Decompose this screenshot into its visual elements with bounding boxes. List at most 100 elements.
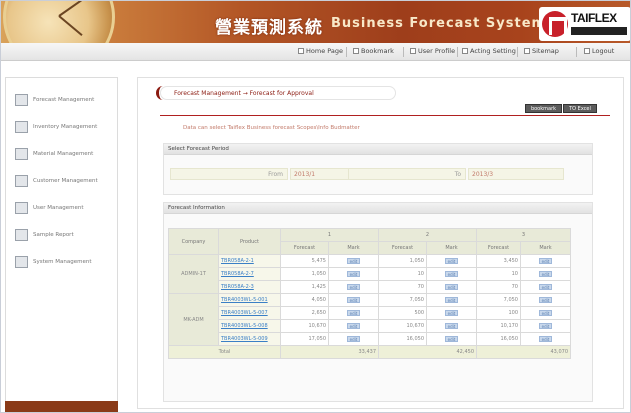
forecast-value: 1,425	[280, 280, 329, 294]
mark-button[interactable]: edit	[347, 322, 360, 329]
total-value: 42,450	[378, 345, 477, 359]
table-row: TBR058A-2-7 1,050 edit 10 edit 10 edit	[169, 267, 571, 281]
forecast-info-title: Forecast Information	[164, 203, 592, 214]
company-cell: ADMIN-1T	[168, 254, 219, 294]
mark-button[interactable]: edit	[539, 309, 552, 316]
mark-button[interactable]: edit	[347, 257, 360, 264]
user-management-icon	[15, 202, 28, 214]
to-label: To	[348, 168, 466, 180]
table-row: MK-ADM TBR4003WL-5-001 4,050 edit 7,050 …	[168, 293, 571, 346]
mark-button[interactable]: edit	[539, 296, 552, 303]
user-icon	[410, 48, 416, 54]
table-row: ADMIN-1T TBR058A-2-1 5,475 edit 1,050 ed…	[168, 254, 571, 294]
table-row: TBR4003WL-5-008 10,670 edit 10,670 edit …	[169, 319, 571, 333]
to-period-input[interactable]: 2013/3	[468, 168, 564, 180]
mark-button[interactable]: edit	[539, 335, 552, 342]
nav-sitemap[interactable]: Sitemap	[524, 47, 559, 55]
mark-button[interactable]: edit	[445, 257, 458, 264]
product-link[interactable]: TBR058A-2-7	[218, 267, 281, 281]
mark-button[interactable]: edit	[539, 322, 552, 329]
header-divider	[160, 115, 610, 116]
forecast-subheader: Forecast	[378, 241, 427, 255]
table-row: TBR4003WL-5-009 17,050 edit 16,050 edit …	[169, 332, 571, 346]
mark-button[interactable]: edit	[539, 270, 552, 277]
product-link[interactable]: TBR4003WL-5-009	[218, 332, 281, 346]
select-period-title: Select Forecast Period	[164, 144, 592, 155]
taiflex-logo: TAIFLEX	[539, 7, 630, 41]
mark-button[interactable]: edit	[539, 257, 552, 264]
mark-button[interactable]: edit	[347, 335, 360, 342]
mark-button[interactable]: edit	[445, 270, 458, 277]
nav-user-profile[interactable]: User Profile	[410, 47, 455, 55]
forecast-value: 10,670	[280, 319, 329, 333]
bookmark-button[interactable]: bookmark	[525, 104, 562, 113]
gear-icon	[15, 256, 28, 268]
sidebar-item-inventory[interactable]: Inventory Management	[15, 121, 115, 135]
nav-home-page[interactable]: Home Page	[298, 47, 343, 55]
sidebar-footer-bar	[5, 401, 118, 412]
sidebar-item-forecast[interactable]: Forecast Management	[15, 94, 115, 108]
sidebar-item-material[interactable]: Material Management	[15, 148, 115, 162]
mark-button[interactable]: edit	[445, 296, 458, 303]
mark-subheader: Mark	[520, 241, 571, 255]
sidebar-item-system[interactable]: System Management	[15, 256, 115, 270]
top-navigation: Home Page Bookmark User Profile Acting S…	[1, 43, 630, 61]
forecast-value: 10,170	[476, 319, 521, 333]
app-header: 營業預測系統 Business Forecast System TAIFLEX	[1, 1, 630, 61]
settings-icon	[462, 48, 468, 54]
forecast-value: 7,050	[476, 293, 521, 307]
nav-acting-setting[interactable]: Acting Setting	[462, 47, 516, 55]
from-period-input[interactable]: 2013/1	[290, 168, 350, 180]
forecast-value: 4,050	[280, 293, 329, 307]
company-cell: MK-ADM	[168, 293, 219, 346]
breadcrumb: Forecast Management → Forecast for Appro…	[174, 90, 314, 97]
from-label: From	[170, 168, 288, 180]
product-link[interactable]: TBR058A-2-3	[218, 280, 281, 294]
sidebar: Forecast Management Inventory Management…	[5, 77, 118, 405]
table-row: TBR058A-2-3 1,425 edit 70 edit 70 edit	[169, 280, 571, 294]
month-header: 1	[280, 228, 379, 242]
logo-subtext	[571, 27, 627, 35]
forecast-value: 16,050	[476, 332, 521, 346]
forecast-value: 70	[378, 280, 427, 294]
product-link[interactable]: TBR4003WL-5-007	[218, 306, 281, 320]
customer-icon	[15, 175, 28, 187]
sidebar-item-customer[interactable]: Customer Management	[15, 175, 115, 189]
company-header: Company	[168, 228, 219, 255]
nav-bookmark[interactable]: Bookmark	[353, 47, 394, 55]
sidebar-item-sample-report[interactable]: Sample Report	[15, 229, 115, 243]
app-window: 營業預測系統 Business Forecast System TAIFLEX …	[0, 0, 631, 413]
nav-logout[interactable]: Logout	[584, 47, 614, 55]
mark-button[interactable]: edit	[445, 283, 458, 290]
mark-button[interactable]: edit	[539, 283, 552, 290]
mark-button[interactable]: edit	[445, 309, 458, 316]
logo-mark-icon	[542, 11, 568, 37]
forecast-value: 100	[476, 306, 521, 320]
mark-button[interactable]: edit	[445, 335, 458, 342]
forecast-icon	[15, 94, 28, 106]
total-label: Total	[168, 345, 281, 359]
product-link[interactable]: TBR4003WL-5-008	[218, 319, 281, 333]
app-title-english: Business Forecast System	[331, 16, 547, 31]
product-link[interactable]: TBR058A-2-1	[218, 254, 281, 268]
mark-button[interactable]: edit	[445, 322, 458, 329]
mark-button[interactable]: edit	[347, 309, 360, 316]
mark-button[interactable]: edit	[347, 296, 360, 303]
forecast-value: 7,050	[378, 293, 427, 307]
month-header: 2	[378, 228, 477, 242]
hint-text: Data can select Taiflex Business forecas…	[183, 125, 360, 131]
sidebar-item-user[interactable]: User Management	[15, 202, 115, 216]
mark-button[interactable]: edit	[347, 283, 360, 290]
forecast-value: 10	[476, 267, 521, 281]
app-title-chinese: 營業預測系統	[215, 18, 323, 38]
logout-icon	[584, 48, 590, 54]
mark-button[interactable]: edit	[347, 270, 360, 277]
sitemap-icon	[524, 48, 530, 54]
product-link[interactable]: TBR4003WL-5-001	[218, 293, 281, 307]
forecast-value: 5,475	[280, 254, 329, 268]
total-value: 43,070	[476, 345, 571, 359]
product-header: Product	[218, 228, 281, 255]
mark-subheader: Mark	[426, 241, 477, 255]
forecast-subheader: Forecast	[476, 241, 521, 255]
to-excel-button[interactable]: TO Excel	[563, 104, 597, 113]
